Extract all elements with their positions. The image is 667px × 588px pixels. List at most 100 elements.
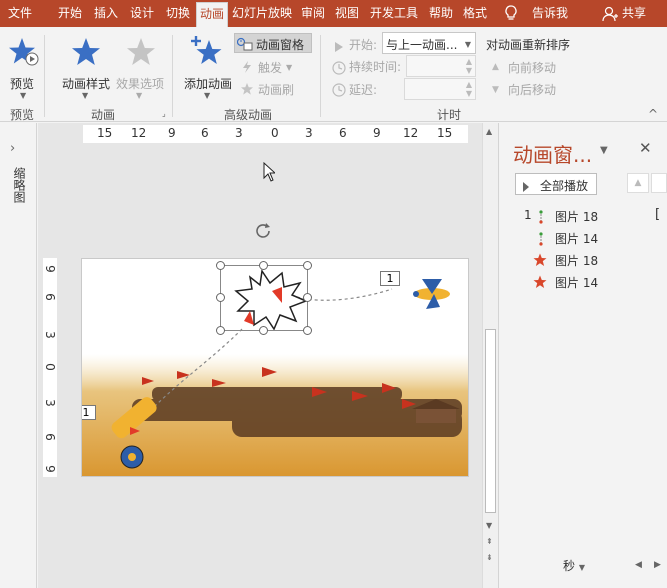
tab-home[interactable]: 开始 bbox=[52, 0, 88, 27]
scroll-thumb[interactable] bbox=[485, 329, 496, 513]
next-slide-icon[interactable]: ⇟ bbox=[486, 553, 493, 562]
close-icon[interactable]: ✕ bbox=[639, 139, 652, 157]
tell-me-box[interactable]: 告诉我 bbox=[532, 0, 568, 27]
effect-options-label: 效果选项 bbox=[116, 77, 165, 91]
chevron-down-icon[interactable]: ▼ bbox=[466, 66, 472, 75]
add-animation-label: 添加动画 bbox=[184, 77, 233, 91]
resize-handle[interactable] bbox=[303, 261, 312, 270]
tab-design[interactable]: 设计 bbox=[124, 0, 160, 27]
animation-list-item[interactable]: 图片 14 bbox=[499, 230, 659, 250]
chevron-down-icon: ▼ bbox=[464, 40, 471, 49]
animation-list-item[interactable]: 图片 18 bbox=[499, 252, 659, 272]
horizontal-ruler: 15 12 9 6 3 0 3 6 9 12 15 bbox=[83, 125, 468, 143]
resize-handle[interactable] bbox=[216, 261, 225, 270]
chevron-down-icon[interactable]: ▼ bbox=[466, 89, 472, 98]
lightning-icon bbox=[240, 59, 254, 78]
chevron-down-icon: ▼ bbox=[578, 563, 585, 572]
tab-view[interactable]: 视图 bbox=[330, 0, 364, 27]
clock-icon bbox=[332, 60, 346, 79]
resize-handle[interactable] bbox=[259, 326, 268, 335]
preview-button[interactable]: 预览 ▼ bbox=[6, 35, 40, 100]
ruler-tick: 9 bbox=[168, 126, 176, 140]
ruler-tick: 0 bbox=[271, 126, 279, 140]
chevron-down-icon: ▼ bbox=[82, 91, 89, 100]
tab-file[interactable]: 文件 bbox=[2, 0, 38, 27]
pane-title: 动画窗... bbox=[513, 143, 593, 167]
path-icon bbox=[537, 232, 545, 249]
tab-help[interactable]: 帮助 bbox=[424, 0, 458, 27]
move-down-icon[interactable] bbox=[651, 173, 667, 193]
tab-format[interactable]: 格式 bbox=[458, 0, 492, 27]
tab-animations[interactable]: 动画 bbox=[196, 2, 228, 27]
duration-stepper[interactable]: ▲ ▼ bbox=[406, 55, 476, 77]
tab-insert[interactable]: 插入 bbox=[88, 0, 124, 27]
ribbon-separator bbox=[44, 35, 45, 117]
play-icon bbox=[522, 178, 530, 197]
share-button[interactable]: 共享 bbox=[622, 0, 646, 27]
expand-thumbnails-icon[interactable]: › bbox=[10, 141, 15, 156]
move-up-icon[interactable]: ▲ bbox=[627, 173, 649, 193]
resize-handle[interactable] bbox=[216, 293, 225, 302]
resize-handle[interactable] bbox=[303, 293, 312, 302]
animation-painter-label: 动画刷 bbox=[258, 83, 295, 97]
effect-options-button[interactable]: 效果选项 ▼ bbox=[114, 35, 168, 100]
pane-options-icon[interactable]: ▼ bbox=[600, 145, 608, 156]
ruler-tick: 9 bbox=[373, 126, 381, 140]
play-all-button[interactable]: 全部播放 bbox=[515, 173, 597, 195]
star-icon bbox=[533, 253, 547, 270]
user-icon[interactable] bbox=[602, 6, 618, 26]
effect-star-icon bbox=[126, 37, 156, 71]
move-later-button[interactable]: ▼ 向后移动 bbox=[490, 81, 560, 99]
chevron-up-icon[interactable]: ▲ bbox=[466, 57, 472, 66]
resize-handle[interactable] bbox=[216, 326, 225, 335]
move-earlier-button[interactable]: ▲ 向前移动 bbox=[490, 59, 560, 77]
seconds-dropdown[interactable]: 秒 ▼ bbox=[563, 557, 585, 574]
animation-order-tag[interactable]: 1 bbox=[380, 271, 400, 286]
chevron-down-icon: ▼ bbox=[20, 91, 27, 100]
ruler-tick: 3 bbox=[235, 126, 243, 140]
scroll-up-icon[interactable]: ▲ bbox=[486, 127, 492, 136]
animation-order-tag[interactable]: 1 bbox=[82, 405, 96, 420]
item-name: 图片 14 bbox=[555, 276, 599, 290]
preview-star-icon bbox=[8, 37, 40, 71]
airplane-graphic bbox=[413, 279, 450, 309]
resize-handle[interactable] bbox=[259, 261, 268, 270]
tab-slideshow[interactable]: 幻灯片放映 bbox=[228, 0, 296, 27]
thumbnails-label[interactable]: 缩略图 bbox=[4, 167, 28, 227]
slide-canvas[interactable]: 1 1 bbox=[81, 258, 469, 477]
mouse-cursor-icon bbox=[263, 161, 277, 186]
start-dropdown[interactable]: 与上一动画... ▼ bbox=[382, 32, 476, 54]
painter-star-icon bbox=[240, 81, 256, 100]
trigger-button[interactable]: 触发 ▼ bbox=[238, 57, 298, 77]
animation-pane-button[interactable]: 动画窗格 bbox=[234, 33, 312, 53]
animation-list-item[interactable]: 图片 14 bbox=[499, 274, 659, 294]
chevron-up-icon[interactable]: ▲ bbox=[466, 80, 472, 89]
selection-box[interactable] bbox=[220, 265, 308, 331]
lightbulb-icon[interactable] bbox=[504, 5, 518, 26]
ruler-tick: 9 bbox=[43, 465, 57, 473]
scroll-right-icon[interactable]: ▶ bbox=[654, 560, 661, 570]
chevron-down-icon: ▼ bbox=[136, 91, 143, 100]
add-animation-button[interactable]: 添加动画 ▼ bbox=[182, 33, 234, 100]
rotate-icon[interactable] bbox=[253, 221, 273, 245]
scroll-left-icon[interactable]: ◀ bbox=[635, 560, 642, 570]
scroll-down-icon[interactable]: ▼ bbox=[486, 521, 492, 530]
tab-developer[interactable]: 开发工具 bbox=[364, 0, 424, 27]
animation-painter-button[interactable]: 动画刷 bbox=[238, 79, 298, 99]
ribbon: 预览 ▼ 预览 动画样式 ▼ 效果选项 ▼ 动画 ⌟ 添加动画 ▼ 动画窗格 触… bbox=[0, 27, 667, 122]
collapse-ribbon-icon[interactable]: ^ bbox=[648, 107, 658, 121]
animation-list-item[interactable]: 1 图片 18 [ bbox=[499, 207, 661, 228]
vertical-scrollbar[interactable]: ▲ ▼ ⇞ ⇟ bbox=[482, 123, 498, 588]
dialog-launcher-icon[interactable]: ⌟ bbox=[162, 109, 166, 118]
tab-transitions[interactable]: 切换 bbox=[160, 0, 196, 27]
delay-stepper[interactable]: ▲ ▼ bbox=[404, 78, 476, 100]
animation-star-icon bbox=[71, 37, 101, 71]
previous-slide-icon[interactable]: ⇞ bbox=[486, 537, 493, 546]
resize-handle[interactable] bbox=[303, 326, 312, 335]
tab-review[interactable]: 审阅 bbox=[296, 0, 330, 27]
timeline-bracket: [ bbox=[655, 207, 661, 222]
animation-styles-button[interactable]: 动画样式 ▼ bbox=[58, 35, 114, 100]
arrow-up-icon: ▲ bbox=[492, 62, 499, 72]
move-later-label: 向后移动 bbox=[508, 83, 557, 97]
play-icon bbox=[334, 38, 344, 57]
